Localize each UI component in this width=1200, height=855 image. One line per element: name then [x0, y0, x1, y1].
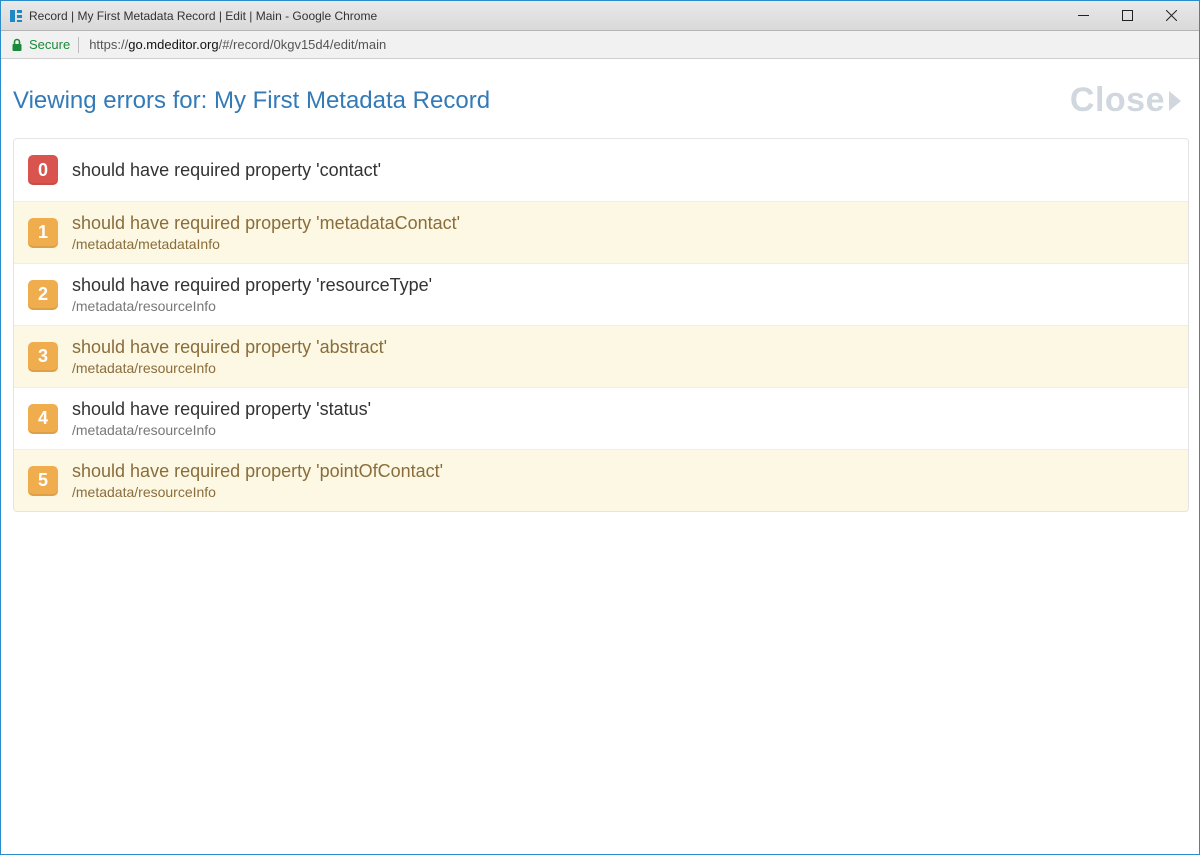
error-item[interactable]: 4 should have required property 'status' /…: [14, 387, 1188, 449]
error-text: should have required property 'metadataC…: [72, 213, 460, 252]
header-row: Viewing errors for: My First Metadata Re…: [11, 77, 1191, 138]
error-path: /metadata/metadataInfo: [72, 236, 460, 252]
addressbar-divider: [78, 37, 79, 53]
window-minimize-button[interactable]: [1061, 2, 1105, 30]
url-text[interactable]: https://go.mdeditor.org/#/record/0kgv15d…: [89, 37, 386, 52]
error-text: should have required property 'abstract'…: [72, 337, 387, 376]
window-title: Record | My First Metadata Record | Edit…: [29, 9, 377, 23]
error-item[interactable]: 5 should have required property 'pointOfC…: [14, 449, 1188, 511]
error-message: should have required property 'resourceT…: [72, 275, 432, 296]
error-message: should have required property 'status': [72, 399, 371, 420]
error-path: /metadata/resourceInfo: [72, 422, 371, 438]
lock-icon: [11, 38, 23, 52]
error-message: should have required property 'pointOfCo…: [72, 461, 443, 482]
error-message: should have required property 'metadataC…: [72, 213, 460, 234]
error-list: 0 should have required property 'contact'…: [13, 138, 1189, 512]
page-title-prefix: Viewing errors for:: [13, 87, 214, 114]
browser-addressbar: Secure https://go.mdeditor.org/#/record/…: [1, 31, 1199, 59]
error-text: should have required property 'resourceT…: [72, 275, 432, 314]
url-path: /#/record/0kgv15d4/edit/main: [219, 37, 387, 52]
error-index-badge: 5: [28, 466, 58, 496]
url-host: go.mdeditor.org: [128, 37, 218, 52]
error-path: /metadata/resourceInfo: [72, 298, 432, 314]
error-text: should have required property 'contact': [72, 160, 381, 181]
caret-right-icon: [1169, 91, 1181, 111]
page-title: Viewing errors for: My First Metadata Re…: [13, 87, 490, 115]
window-titlebar: Record | My First Metadata Record | Edit…: [1, 1, 1199, 31]
error-index-badge: 2: [28, 280, 58, 310]
window-close-button[interactable]: [1149, 2, 1193, 30]
error-index-badge: 0: [28, 155, 58, 185]
error-item[interactable]: 0 should have required property 'contact': [14, 139, 1188, 201]
error-text: should have required property 'status' /m…: [72, 399, 371, 438]
error-path: /metadata/resourceInfo: [72, 360, 387, 376]
secure-label: Secure: [29, 37, 70, 52]
close-panel-button[interactable]: Close: [1070, 81, 1181, 120]
url-prefix: https://: [89, 37, 128, 52]
error-message: should have required property 'contact': [72, 160, 381, 181]
error-index-badge: 3: [28, 342, 58, 372]
error-index-badge: 1: [28, 218, 58, 248]
close-label: Close: [1070, 81, 1165, 120]
page-title-record-name: My First Metadata Record: [214, 87, 490, 114]
window-maximize-button[interactable]: [1105, 2, 1149, 30]
error-item[interactable]: 3 should have required property 'abstract…: [14, 325, 1188, 387]
error-path: /metadata/resourceInfo: [72, 484, 443, 500]
page-content: Viewing errors for: My First Metadata Re…: [1, 59, 1199, 522]
error-index-badge: 4: [28, 404, 58, 434]
error-text: should have required property 'pointOfCo…: [72, 461, 443, 500]
error-item[interactable]: 1 should have required property 'metadata…: [14, 201, 1188, 263]
app-icon: [9, 9, 23, 23]
error-item[interactable]: 2 should have required property 'resource…: [14, 263, 1188, 325]
error-message: should have required property 'abstract': [72, 337, 387, 358]
